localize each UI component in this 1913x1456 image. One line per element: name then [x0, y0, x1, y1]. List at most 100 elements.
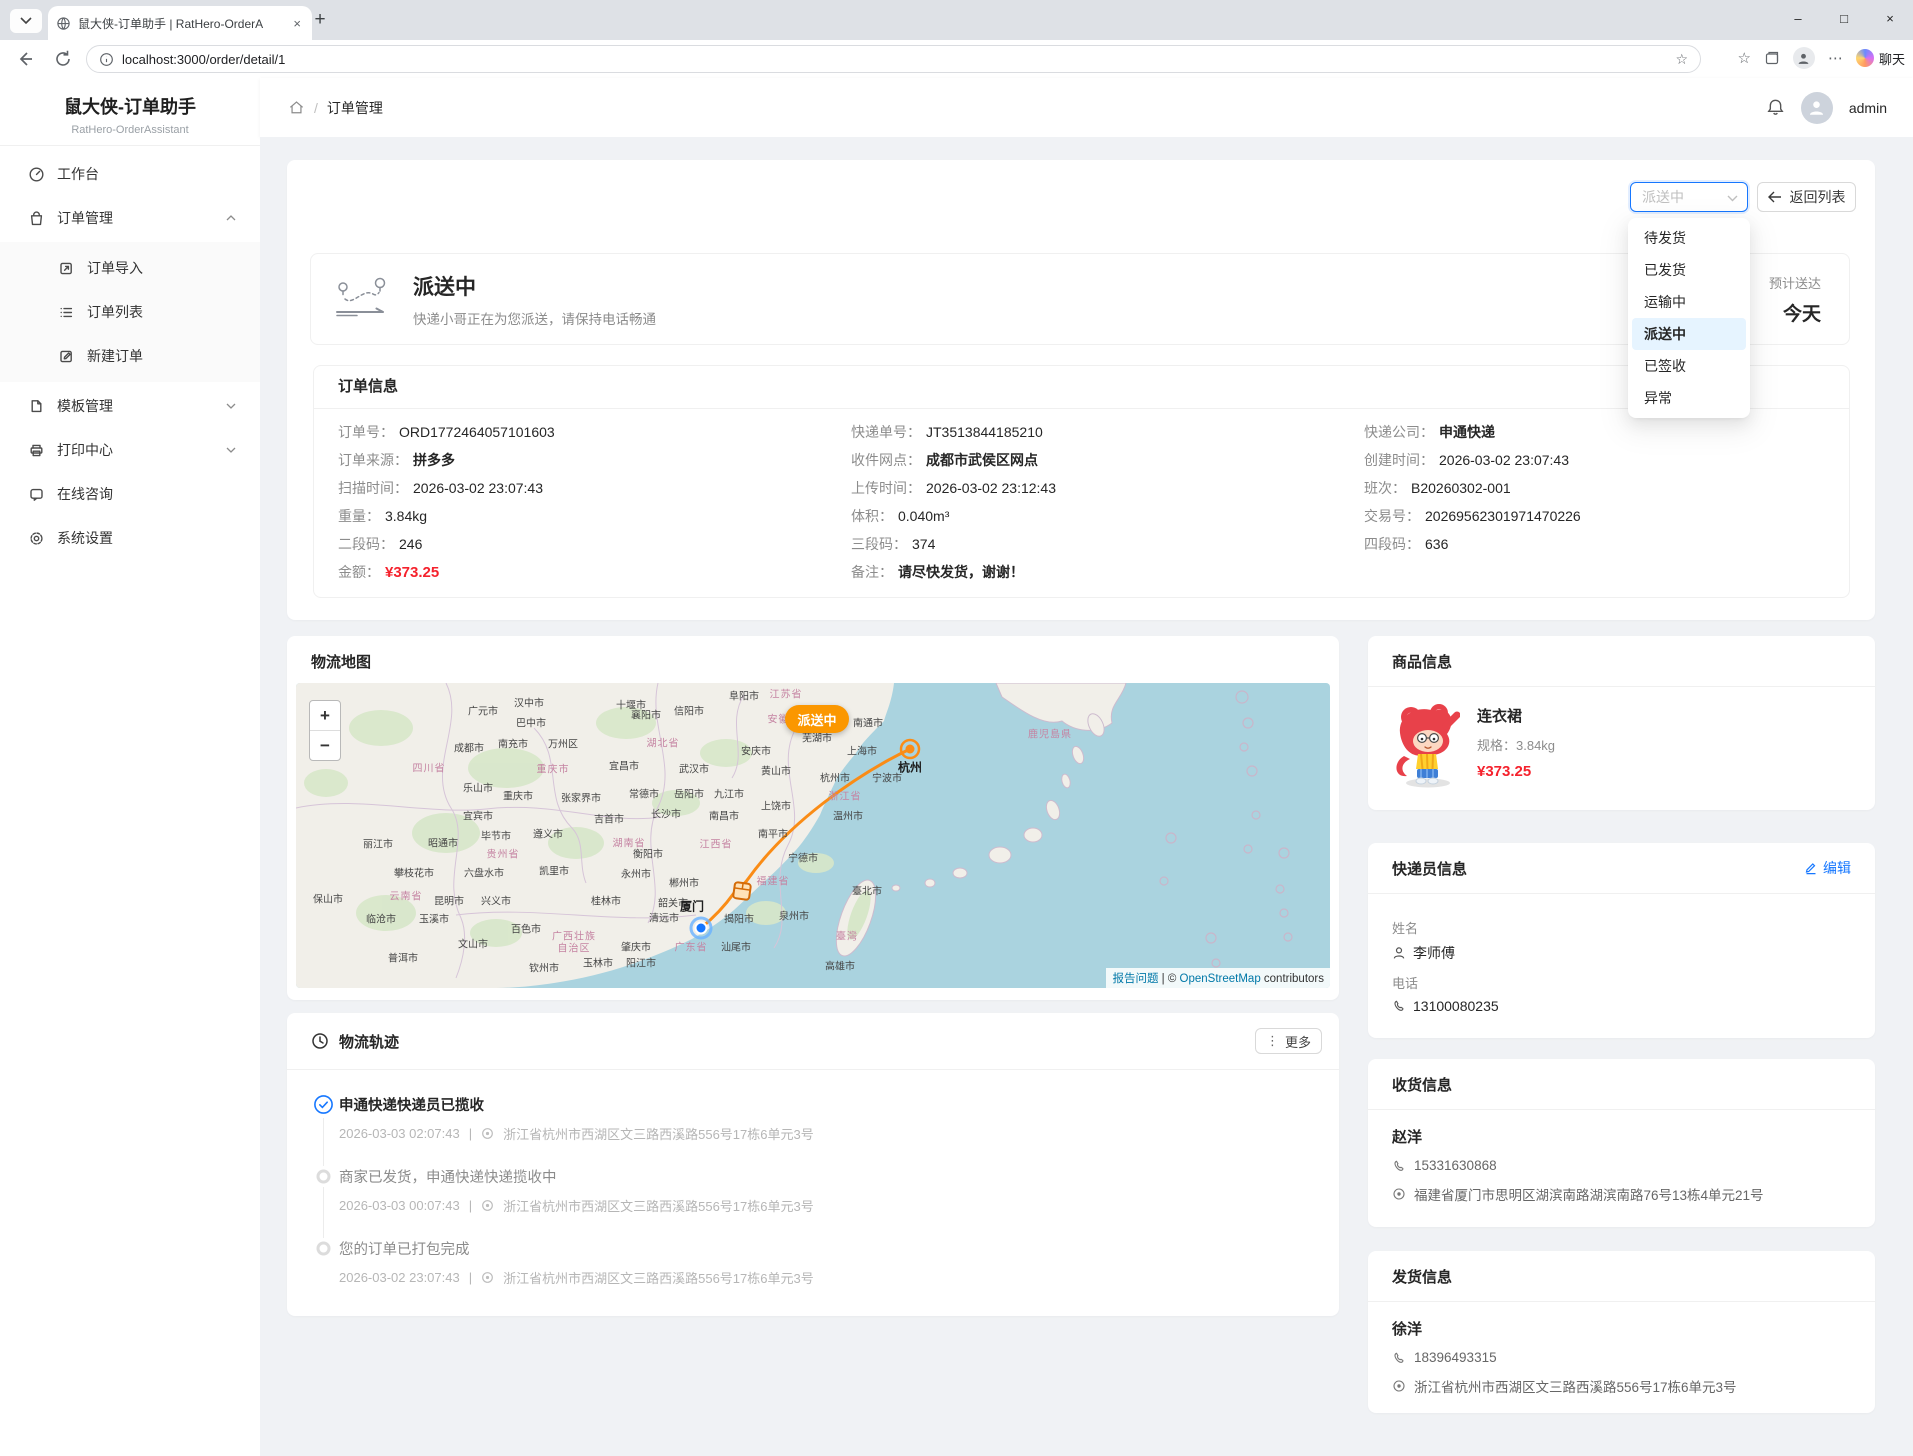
sidebar-item-order-import[interactable]: 订单导入: [0, 248, 260, 288]
edit-courier-button[interactable]: 编辑: [1804, 858, 1851, 878]
status-select-value: 派送中: [1642, 187, 1684, 207]
product-price: ¥373.25: [1477, 763, 1555, 780]
product-spec: 规格：3.84kg: [1477, 735, 1555, 754]
map-city-label: 肇庆市: [621, 939, 651, 954]
minimize-button[interactable]: –: [1775, 0, 1821, 37]
browser-tab[interactable]: 鼠大侠-订单助手 | RatHero-OrderA ×: [48, 6, 312, 40]
sender-phone[interactable]: 18396493315: [1392, 1350, 1851, 1365]
timeline-meta: 2026-03-03 00:07:43 | 浙江省杭州市西湖区文三路西溪路556…: [339, 1196, 1339, 1215]
bookmark-star-icon[interactable]: ☆: [1675, 51, 1688, 68]
courier-phone[interactable]: 13100080235: [1392, 998, 1851, 1014]
status-option-abnormal[interactable]: 异常: [1632, 382, 1746, 414]
back-button-label: 返回列表: [1790, 187, 1846, 207]
more-button[interactable]: ⋮ 更多: [1255, 1028, 1322, 1054]
map-city-label: 广元市: [468, 703, 498, 718]
breadcrumb-current[interactable]: 订单管理: [327, 98, 383, 118]
status-option-shipped[interactable]: 已发货: [1632, 254, 1746, 286]
sender-fields: 徐洋 18396493315 浙江省杭州市西湖区文三路西溪路556号17栋6单元…: [1368, 1302, 1875, 1396]
tab-search-button[interactable]: [10, 9, 42, 33]
map-city-label: 昆明市: [434, 893, 464, 908]
username[interactable]: admin: [1849, 100, 1887, 116]
new-tab-button[interactable]: +: [308, 8, 332, 32]
window-controls: – □ ×: [1775, 0, 1913, 37]
sidebar-item-print-center[interactable]: 打印中心: [0, 430, 260, 470]
map-city-label: 长沙市: [651, 806, 681, 821]
status-banner: 派送中 快递小哥正在为您派送，请保持电话畅通 预计送达 今天: [310, 253, 1850, 345]
browser-profile-avatar[interactable]: [1793, 47, 1815, 69]
printer-icon: [28, 442, 45, 459]
map-city-label: 丽江市: [363, 836, 393, 851]
map-city-label: 杭州市: [820, 770, 850, 785]
logistics-map[interactable]: 汉中市十堰市襄阳市信阳市阜阳市广元市巴中市成都市南充市万州区安庆市宜昌市武汉市黄…: [296, 683, 1330, 988]
home-icon[interactable]: [288, 99, 305, 116]
track-timeline: 申通快递快递员已揽收 2026-03-03 02:07:43 | 浙江省杭州市西…: [287, 1070, 1339, 1287]
breadcrumb-separator: /: [314, 100, 318, 116]
sidebar-item-system-settings[interactable]: 系统设置: [0, 518, 260, 558]
status-option-signed[interactable]: 已签收: [1632, 350, 1746, 382]
user-avatar[interactable]: [1801, 92, 1833, 124]
map-city-label: 万州区: [548, 736, 578, 751]
back-icon[interactable]: [14, 48, 36, 70]
back-to-list-button[interactable]: 返回列表: [1757, 182, 1856, 212]
sidebar-item-template-management[interactable]: 模板管理: [0, 386, 260, 426]
bell-icon[interactable]: [1766, 98, 1785, 117]
sidebar-item-workbench[interactable]: 工作台: [0, 154, 260, 194]
destination-city-label: 厦门: [680, 898, 704, 915]
map-city-label: 武汉市: [679, 761, 709, 776]
location-pin-icon: [481, 1127, 494, 1140]
receiver-phone[interactable]: 15331630868: [1392, 1158, 1851, 1173]
receiver-fields: 赵洋 15331630868 福建省厦门市思明区湖滨南路湖滨南路76号13栋4单…: [1368, 1110, 1875, 1204]
sidebar-submenu: 订单导入 订单列表 新建订单: [0, 242, 260, 382]
close-button[interactable]: ×: [1867, 0, 1913, 37]
map-city-label: 遵义市: [533, 826, 563, 841]
map-city-label: 钦州市: [529, 960, 559, 975]
person-icon: [1808, 99, 1825, 116]
map-city-label: 攀枝花市: [394, 865, 434, 880]
browser-window: 鼠大侠-订单助手 | RatHero-OrderA × + – □ × loca…: [0, 0, 1913, 1456]
zoom-in-button[interactable]: +: [310, 701, 340, 730]
dot-circle-icon: [313, 1238, 334, 1259]
timeline-item: 您的订单已打包完成 2026-03-02 23:07:43 | 浙江省杭州市西湖…: [313, 1238, 1339, 1287]
report-problem-link[interactable]: 报告问题: [1112, 973, 1158, 985]
package-marker[interactable]: [733, 882, 751, 900]
map-city-label: 乐山市: [463, 780, 493, 795]
gear-icon: [28, 530, 45, 547]
copilot-button[interactable]: 聊天: [1856, 49, 1905, 68]
status-select[interactable]: 派送中: [1630, 182, 1748, 212]
map-province-label: 江西省: [700, 836, 733, 851]
sidebar-item-label: 订单列表: [87, 302, 143, 322]
maximize-button[interactable]: □: [1821, 0, 1867, 37]
osm-link[interactable]: OpenStreetMap: [1180, 973, 1261, 985]
chevron-up-icon: [226, 215, 236, 221]
collections-icon[interactable]: [1764, 50, 1780, 66]
sidebar-item-label: 订单导入: [87, 258, 143, 278]
zoom-out-button[interactable]: −: [310, 730, 340, 760]
sidebar-item-order-list[interactable]: 订单列表: [0, 292, 260, 332]
status-option-delivering[interactable]: 派送中: [1632, 318, 1746, 350]
sidebar-item-online-support[interactable]: 在线咨询: [0, 474, 260, 514]
map-status-badge: 派送中: [785, 705, 849, 733]
sidebar-item-order-management[interactable]: 订单管理: [0, 198, 260, 238]
browser-menu-icon[interactable]: ⋯: [1828, 49, 1843, 67]
info-icon[interactable]: [99, 52, 114, 67]
origin-marker[interactable]: [901, 740, 919, 758]
tab-close-icon[interactable]: ×: [290, 16, 304, 31]
order-field-amount: 金额：¥373.25: [338, 558, 555, 586]
map-city-label: 普洱市: [388, 950, 418, 965]
map-city-label: 巴中市: [516, 715, 546, 730]
sidebar-item-new-order[interactable]: 新建订单: [0, 336, 260, 376]
map-city-label: 吉首市: [594, 811, 624, 826]
tab-title: 鼠大侠-订单助手 | RatHero-OrderA: [78, 15, 283, 32]
favorites-icon[interactable]: ☆: [1738, 49, 1751, 67]
phone-icon: [1392, 1351, 1406, 1365]
order-field: 订单来源：拼多多: [338, 446, 555, 474]
timeline-meta: 2026-03-02 23:07:43 | 浙江省杭州市西湖区文三路西溪路556…: [339, 1268, 1339, 1287]
status-option-in-transit[interactable]: 运输中: [1632, 286, 1746, 318]
refresh-icon[interactable]: [52, 48, 74, 70]
dot-circle-icon: [313, 1166, 334, 1187]
map-province-label: 鹿児島県: [1028, 726, 1072, 741]
pencil-icon: [1804, 861, 1818, 875]
url-field[interactable]: localhost:3000/order/detail/1 ☆: [86, 45, 1701, 73]
status-option-pending[interactable]: 待发货: [1632, 222, 1746, 254]
phone-icon: [1392, 999, 1406, 1013]
